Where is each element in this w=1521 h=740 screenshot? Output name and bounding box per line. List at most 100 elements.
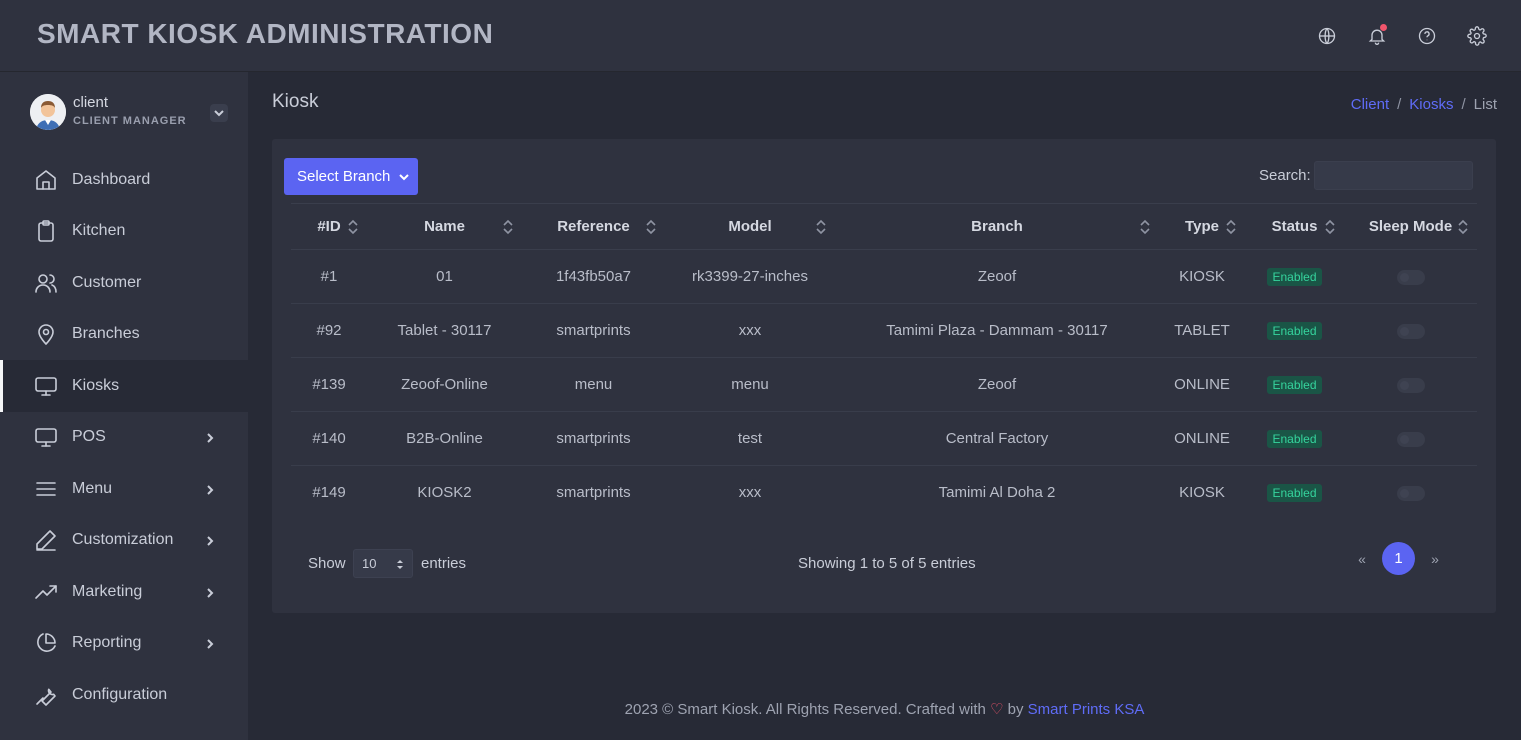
- sleep-mode-toggle[interactable]: [1396, 486, 1425, 502]
- sidebar-item-label: Menu: [72, 479, 113, 497]
- cell-status: Enabled: [1245, 303, 1344, 358]
- footer: 2023 © Smart Kiosk. All Rights Reserved.…: [248, 700, 1521, 718]
- pen-icon: [34, 528, 58, 552]
- chevron-right-icon: [204, 483, 216, 495]
- column-header-sleep-mode[interactable]: Sleep Mode: [1344, 203, 1477, 250]
- column-header-name[interactable]: Name: [367, 203, 522, 250]
- cell-reference: 1f43fb50a7: [522, 249, 665, 304]
- cell-type: KIOSK: [1159, 249, 1245, 304]
- cell-name: KIOSK2: [417, 484, 472, 502]
- column-header-id[interactable]: #ID: [291, 203, 367, 250]
- sidebar-item-label: Customization: [72, 531, 174, 549]
- heart-icon: ♡: [990, 701, 1004, 718]
- chevron-down-icon: [399, 173, 410, 180]
- sidebar-item-label: Kiosks: [72, 376, 120, 394]
- pagination-page-current[interactable]: 1: [1382, 542, 1415, 575]
- cell-status: Enabled: [1245, 411, 1344, 466]
- cell-branch: Tamimi Al Doha 2: [938, 484, 1056, 502]
- cell-status: Enabled: [1245, 466, 1344, 520]
- globe-icon[interactable]: [1317, 22, 1337, 50]
- column-header-branch[interactable]: Branch: [835, 203, 1159, 250]
- cell-name: Zeoof-Online: [367, 357, 522, 412]
- sleep-mode-toggle[interactable]: [1396, 324, 1425, 339]
- cell-id: #149: [312, 484, 346, 502]
- status-badge: Enabled: [1267, 267, 1322, 286]
- cell-model: menu: [665, 357, 835, 412]
- sidebar-item-label: Configuration: [72, 685, 168, 703]
- cell-branch: Zeoof: [835, 249, 1159, 304]
- sleep-mode-toggle[interactable]: [1396, 432, 1425, 447]
- sort-icon: [645, 219, 657, 235]
- sidebar-item-pos[interactable]: POS: [0, 412, 248, 464]
- sidebar-item-kitchen[interactable]: Kitchen: [0, 206, 248, 258]
- chevron-right-icon: [204, 534, 216, 546]
- footer-link[interactable]: Smart Prints KSA: [1028, 701, 1145, 718]
- column-header-type[interactable]: Type: [1159, 203, 1245, 250]
- sidebar: client CLIENT MANAGER Dashboard Kitchen …: [0, 72, 248, 740]
- sidebar-item-label: Branches: [72, 325, 140, 343]
- cell-sleep-mode: [1344, 303, 1477, 358]
- sidebar-item-configuration[interactable]: Configuration: [0, 669, 248, 721]
- monitor-icon: [34, 425, 58, 449]
- sort-icon: [1139, 219, 1151, 235]
- cell-name: B2B-Online: [367, 411, 522, 466]
- column-header-model[interactable]: Model: [665, 203, 835, 250]
- table-row: #140 B2B-Online smartprints test Central…: [291, 411, 1477, 466]
- table-row: #92 Tablet - 30117 smartprints xxx Tamim…: [291, 303, 1477, 358]
- header-actions: [1317, 22, 1487, 50]
- monitor-icon: [34, 374, 58, 398]
- page-length-value: 10: [362, 556, 377, 571]
- column-header-status[interactable]: Status: [1245, 203, 1344, 250]
- sidebar-item-label: Reporting: [72, 634, 142, 652]
- sleep-mode-toggle[interactable]: [1396, 270, 1425, 285]
- sidebar-item-branches[interactable]: Branches: [0, 309, 248, 361]
- sidebar-item-kiosks[interactable]: Kiosks: [0, 360, 248, 412]
- table-info: Showing 1 to 5 of 5 entries: [798, 555, 976, 572]
- select-branch-button[interactable]: Select Branch: [284, 158, 418, 195]
- sleep-mode-toggle[interactable]: [1396, 378, 1425, 393]
- cell-id: #92: [291, 303, 367, 358]
- bell-icon[interactable]: [1367, 22, 1387, 50]
- cell-branch: Central Factory: [835, 411, 1159, 466]
- users-icon: [34, 271, 58, 295]
- avatar: [30, 94, 66, 130]
- sidebar-item-dashboard[interactable]: Dashboard: [0, 154, 248, 206]
- sidebar-item-customer[interactable]: Customer: [0, 257, 248, 309]
- breadcrumb-separator: /: [1397, 96, 1402, 113]
- cell-sleep-mode: [1344, 411, 1477, 466]
- breadcrumb-kiosks[interactable]: Kiosks: [1409, 96, 1453, 113]
- chevron-right-icon: [204, 431, 216, 443]
- page-length-select[interactable]: 10: [353, 549, 413, 578]
- sidebar-item-label: Dashboard: [72, 170, 151, 188]
- breadcrumb-client[interactable]: Client: [1351, 96, 1389, 113]
- pagination-next[interactable]: »: [1427, 551, 1443, 567]
- pagination-previous[interactable]: «: [1354, 551, 1370, 567]
- kiosk-list-card: Select Branch Search: #ID Name Reference…: [272, 139, 1496, 613]
- cell-id: #139: [291, 357, 367, 412]
- home-icon: [34, 168, 58, 192]
- user-name: client: [73, 94, 109, 111]
- user-menu-toggle[interactable]: [210, 104, 228, 122]
- sidebar-item-reporting[interactable]: Reporting: [0, 618, 248, 670]
- help-icon[interactable]: [1417, 22, 1437, 50]
- table-row: #1 01 1f43fb50a7 rk3399-27-inches Zeoof …: [291, 249, 1477, 304]
- cell-name: 01: [367, 249, 522, 304]
- page-title: Kiosk: [272, 91, 319, 112]
- table-row: #139 Zeoof-Online menu menu Zeoof ONLINE…: [291, 357, 1477, 412]
- sidebar-item-menu[interactable]: Menu: [0, 463, 248, 515]
- status-badge: Enabled: [1267, 429, 1322, 448]
- sidebar-item-customization[interactable]: Customization: [0, 515, 248, 567]
- select-arrows-icon: [397, 560, 403, 569]
- cell-branch: Zeoof: [835, 357, 1159, 412]
- search-input[interactable]: [1314, 161, 1473, 190]
- user-role: CLIENT MANAGER: [73, 115, 187, 127]
- app-title: SMART KIOSK ADMINISTRATION: [37, 18, 494, 49]
- sidebar-item-marketing[interactable]: Marketing: [0, 566, 248, 618]
- cell-model: xxx: [665, 303, 835, 358]
- sort-icon: [1457, 219, 1469, 235]
- cell-model: rk3399-27-inches: [665, 249, 835, 304]
- gear-icon[interactable]: [1467, 22, 1487, 50]
- cell-reference: smartprints: [556, 484, 631, 502]
- column-header-reference[interactable]: Reference: [522, 203, 665, 250]
- wrench-icon: [34, 683, 58, 707]
